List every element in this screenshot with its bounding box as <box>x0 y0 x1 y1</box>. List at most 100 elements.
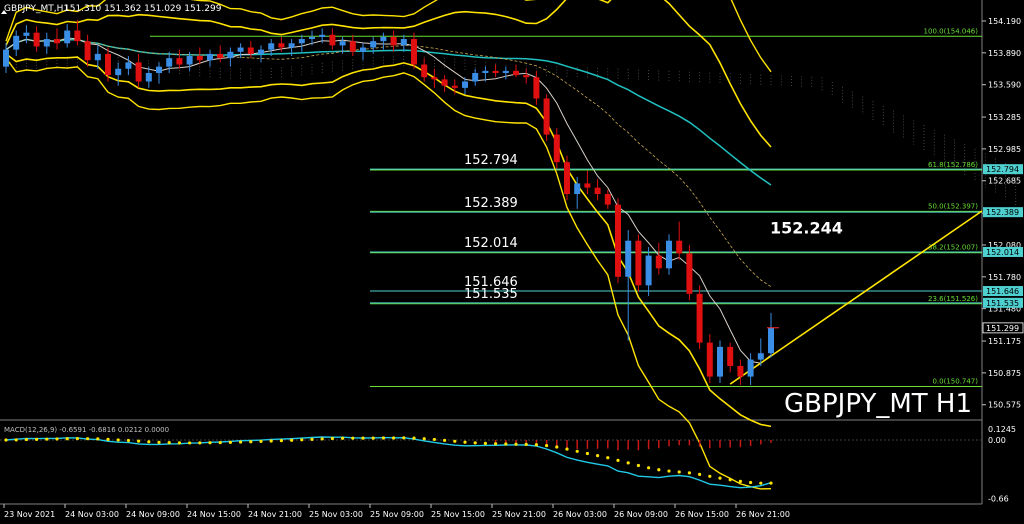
macd-signal-dot <box>106 437 110 441</box>
macd-signal-dot <box>126 438 130 443</box>
macd-signal-dot <box>708 474 712 478</box>
level-label: 152.794 <box>464 153 518 168</box>
price-tag-label: 151.646 <box>986 287 1019 296</box>
time-tick-label: 24 Nov 15:00 <box>187 510 241 519</box>
time-tick-label: 25 Nov 21:00 <box>492 510 546 519</box>
price-tick-label: 154.190 <box>988 17 1021 26</box>
macd-signal-dot <box>198 441 202 445</box>
level-label: 151.535 <box>464 287 518 302</box>
macd-signal-dot <box>432 437 436 442</box>
candle-body <box>237 47 244 52</box>
candle-body <box>462 81 468 88</box>
price-tag-label: 152.389 <box>986 208 1019 217</box>
macd-signal-dot <box>320 437 324 441</box>
macd-signal-dot <box>412 436 416 440</box>
macd-tick-label: 0.00 <box>988 436 1006 445</box>
macd-tick-label: -0.66 <box>988 495 1009 504</box>
time-tick-label: 25 Nov 15:00 <box>431 510 485 519</box>
candle-body <box>757 353 764 360</box>
fib-label: 0.0(150.747) <box>932 377 978 385</box>
candle-body <box>309 36 315 40</box>
macd-signal-dot <box>616 458 620 462</box>
candle-body <box>717 346 723 377</box>
candle-body <box>247 47 254 54</box>
ohlc-readout: 151.310 151.362 151.029 151.299 <box>64 4 222 14</box>
candle-body <box>533 77 540 99</box>
candle-body <box>727 346 734 366</box>
candle-body <box>564 162 570 195</box>
macd-signal-dot <box>473 441 477 445</box>
macd-signal-dot <box>585 451 590 456</box>
candle-body <box>329 34 336 46</box>
price-chart[interactable]: 100.0(154.046) 61.8(152.786) 50.0(152.397)… <box>0 0 1024 524</box>
candle-body <box>523 75 530 78</box>
macd-signal-dot <box>55 437 59 441</box>
candle-body <box>747 359 754 377</box>
chart-window[interactable]: 100.0(154.046) 61.8(152.786) 50.0(152.397)… <box>0 0 1024 524</box>
candle-body <box>3 49 9 67</box>
candle-body <box>594 187 601 195</box>
candle-body <box>94 53 101 61</box>
macd-signal-dot <box>453 439 457 443</box>
macd-signal-dot <box>310 437 314 441</box>
candle-body <box>441 79 448 86</box>
level-label: 152.389 <box>464 196 518 211</box>
candle-body <box>390 36 397 46</box>
candle-body <box>706 342 713 377</box>
candle-body <box>645 255 652 286</box>
candle-body <box>258 49 264 54</box>
candle-body <box>625 240 632 277</box>
fib-label: 23.6(151.526) <box>928 295 978 303</box>
fib-label: 50.0(152.397) <box>928 202 978 210</box>
fib-label: 61.8(152.786) <box>928 161 978 169</box>
macd-signal-dot <box>575 449 579 453</box>
macd-signal-dot <box>524 442 528 446</box>
price-tick-label: 152.985 <box>988 145 1021 154</box>
price-tag-label: 152.014 <box>986 248 1019 257</box>
price-tick-label: 153.285 <box>988 113 1021 122</box>
macd-signal-dot <box>96 437 100 441</box>
candle-body <box>115 68 122 76</box>
price-tick-label: 152.685 <box>988 177 1021 186</box>
macd-signal-dot <box>290 438 294 442</box>
macd-signal-dot <box>494 442 498 446</box>
macd-signal-dot <box>279 439 283 443</box>
candle-body <box>207 53 213 61</box>
price-tick-label: 153.890 <box>988 49 1021 58</box>
time-tick-label: 24 Nov 21:00 <box>248 510 302 519</box>
macd-signal-dot <box>167 441 171 445</box>
macd-signal-dot <box>137 439 141 443</box>
candle-body <box>553 134 560 163</box>
macd-signal-dot <box>35 437 39 441</box>
candle-body <box>768 327 774 354</box>
candle-body <box>431 77 438 80</box>
macd-signal-dot <box>361 436 365 440</box>
candle-body <box>696 293 703 343</box>
time-tick-label: 25 Nov 03:00 <box>309 510 363 519</box>
candle-body <box>13 35 20 50</box>
macd-signal-dot <box>606 456 610 460</box>
macd-signal-dot <box>330 436 334 441</box>
macd-signal-dot <box>657 468 661 472</box>
macd-tick-label: 0.1245 <box>988 425 1016 434</box>
macd-signal-dot <box>86 437 90 441</box>
candle-body <box>513 70 519 76</box>
macd-signal-dot <box>341 436 345 440</box>
macd-signal-dot <box>749 480 753 485</box>
macd-signal-dot <box>351 436 355 440</box>
candle-body <box>227 51 234 59</box>
time-tick-label: 26 Nov 09:00 <box>614 510 668 519</box>
macd-signal-dot <box>249 440 253 444</box>
macd-label: MACD(12,26,9) -0.6591 -0.6816 0.0212 0.0… <box>4 426 169 434</box>
candle-body <box>74 30 81 42</box>
macd-signal-dot <box>239 440 243 444</box>
macd-signal-dot <box>677 470 681 474</box>
candle-body <box>33 32 40 47</box>
macd-signal-dot <box>483 441 487 446</box>
time-tick-label: 26 Nov 03:00 <box>553 510 607 519</box>
macd-signal-dot <box>402 436 406 440</box>
macd-signal-dot <box>759 481 763 485</box>
candle-body <box>298 39 305 44</box>
candle-body <box>105 53 111 76</box>
candle-body <box>451 85 458 88</box>
